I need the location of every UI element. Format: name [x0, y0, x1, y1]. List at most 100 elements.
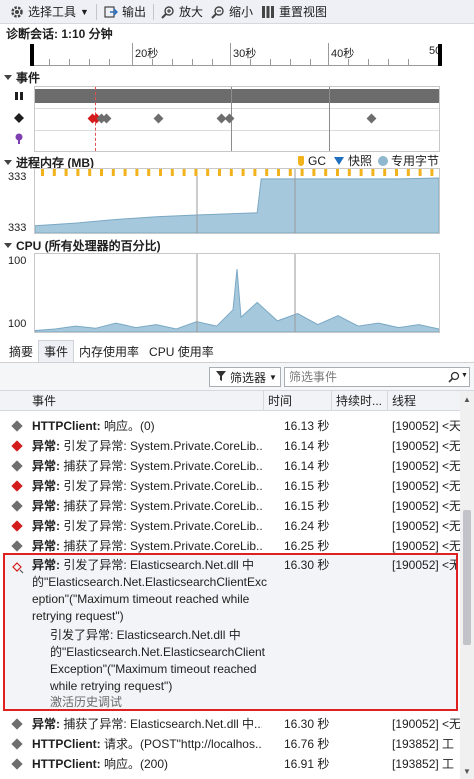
reset-view-button[interactable]: 重置视图: [257, 2, 331, 22]
cpu-chart[interactable]: [34, 253, 440, 333]
memory-legend: GC 快照 专用字节: [298, 152, 439, 169]
gc-marker[interactable]: [359, 169, 363, 176]
events-section-title[interactable]: 事件: [4, 69, 40, 86]
gc-marker[interactable]: [395, 169, 398, 176]
gc-marker[interactable]: [135, 169, 139, 176]
collapse-icon: [4, 243, 12, 248]
gc-marker[interactable]: [194, 169, 198, 176]
time-cell: 16.76 秒: [284, 737, 330, 751]
ruler-tick: [172, 59, 173, 65]
gc-marker[interactable]: [147, 169, 151, 176]
column-header-event[interactable]: 事件: [28, 391, 264, 411]
gc-marker[interactable]: [347, 169, 351, 176]
table-row[interactable]: 异常: 捕获了异常: System.Private.CoreLib... 16.…: [0, 456, 460, 476]
timeline-ruler[interactable]: 20秒 30秒 40秒 50: [34, 43, 441, 66]
table-row[interactable]: 异常: 引发了异常: System.Private.CoreLib... 16.…: [0, 436, 460, 456]
gc-marker[interactable]: [430, 169, 434, 176]
gc-marker[interactable]: [64, 169, 68, 176]
gc-marker[interactable]: [206, 169, 210, 176]
gc-marker[interactable]: [253, 169, 257, 176]
table-row[interactable]: 异常: 捕获了异常: System.Private.CoreLib... 16.…: [0, 496, 460, 516]
memory-chart-svg: [35, 169, 439, 233]
table-row[interactable]: HTTPClient: 请求。(POST"http://localhos... …: [0, 734, 460, 754]
selected-line: retrying request"): [32, 609, 124, 623]
event-marker[interactable]: [153, 113, 164, 124]
gc-marker[interactable]: [159, 169, 162, 176]
gc-marker[interactable]: [265, 169, 269, 176]
event-marker[interactable]: [101, 113, 112, 124]
thread-cell: [193852] 工: [392, 737, 455, 751]
select-tool-button[interactable]: 选择工具 ▼: [6, 2, 93, 22]
gc-marker[interactable]: [277, 169, 280, 176]
export-icon: [104, 5, 118, 19]
gc-marker[interactable]: [88, 169, 92, 176]
gc-marker[interactable]: [52, 169, 56, 176]
gc-marker[interactable]: [288, 169, 292, 176]
export-button[interactable]: 输出: [100, 2, 150, 22]
table-row[interactable]: HTTPClient: 响应。(0) 16.13 秒 [190052] <天: [0, 416, 460, 436]
cpu-section-title[interactable]: CPU (所有处理器的百分比): [4, 237, 161, 254]
activate-historical-debugging-link[interactable]: 激活历史调试: [50, 694, 122, 711]
scrollbar-thumb[interactable]: [463, 510, 471, 645]
column-header-thread[interactable]: 线程: [388, 391, 460, 411]
thread-cell: [190052] <无: [392, 439, 460, 453]
event-marker[interactable]: [224, 113, 235, 124]
table-row[interactable]: 异常: 引发了异常: System.Private.CoreLib... 16.…: [0, 476, 460, 496]
ruler-tick-major: [328, 43, 329, 65]
table-row[interactable]: 异常: 引发了异常: System.Private.CoreLib... 16.…: [0, 516, 460, 536]
event-category: 异常:: [32, 459, 60, 473]
column-header-duration[interactable]: 持续时...: [332, 391, 388, 411]
time-cell: 16.30 秒: [284, 717, 330, 731]
gc-marker[interactable]: [41, 169, 44, 176]
gc-marker[interactable]: [170, 169, 174, 176]
gc-marker[interactable]: [300, 169, 304, 176]
event-marker[interactable]: [366, 113, 377, 124]
gc-marker[interactable]: [241, 169, 245, 176]
column-header-time[interactable]: 时间: [264, 391, 332, 411]
gc-marker[interactable]: [182, 169, 186, 176]
table-row[interactable]: HTTPClient: 响应。(200) 16.91 秒 [193852] 工: [0, 754, 460, 774]
tab-summary[interactable]: 摘要: [4, 341, 38, 362]
detail-line: 的"Elasticsearch.Net.ElasticsearchClient: [50, 645, 266, 659]
filter-button[interactable]: 筛选器 ▼: [209, 367, 281, 387]
gc-marker[interactable]: [100, 169, 103, 176]
event-description: 引发了异常: System.Private.CoreLib...: [60, 519, 262, 533]
memory-chart[interactable]: [34, 168, 440, 234]
detail-line: Exception"("Maximum timeout reached: [50, 662, 257, 676]
ruler-end-handle[interactable]: [438, 44, 442, 66]
gc-marker[interactable]: [312, 169, 316, 176]
toolbar-divider: [152, 3, 154, 20]
table-row[interactable]: 异常: 捕获了异常: Elasticsearch.Net.dll 中... 16…: [0, 714, 460, 734]
gc-marker[interactable]: [324, 169, 328, 176]
zoom-in-button[interactable]: 放大: [157, 2, 207, 22]
scroll-down-icon[interactable]: ▼: [463, 767, 471, 776]
gc-marker[interactable]: [111, 169, 115, 176]
gc-marker[interactable]: [418, 169, 422, 176]
gc-marker[interactable]: [406, 169, 410, 176]
gc-marker[interactable]: [76, 169, 80, 176]
selected-table-row[interactable]: 异常: 引发了异常: Elasticsearch.Net.dll 中 的"Ela…: [3, 553, 458, 711]
thread-cell: [190052] <无: [392, 459, 460, 473]
gc-marker[interactable]: [229, 169, 233, 176]
gc-marker[interactable]: [123, 169, 127, 176]
pause-icon: [14, 90, 24, 104]
gc-marker[interactable]: [336, 169, 339, 176]
scroll-up-icon[interactable]: ▲: [463, 395, 471, 404]
zoom-out-button[interactable]: 缩小: [207, 2, 257, 22]
filter-events-input[interactable]: 筛选事件: [284, 367, 470, 387]
event-cell: 异常: 捕获了异常: System.Private.CoreLib...: [32, 456, 262, 476]
event-diamond-icon: [11, 718, 23, 730]
tab-memory-usage[interactable]: 内存使用率: [74, 341, 144, 362]
event-category: 异常:: [32, 479, 60, 493]
event-category: HTTPClient:: [32, 419, 101, 433]
gc-marker[interactable]: [371, 169, 375, 176]
ruler-tick: [270, 59, 271, 65]
tab-cpu-usage[interactable]: CPU 使用率: [144, 341, 219, 362]
select-tool-label: 选择工具: [28, 5, 77, 19]
gc-marker[interactable]: [218, 169, 221, 176]
events-lanes[interactable]: [34, 86, 440, 152]
gc-marker[interactable]: [383, 169, 387, 176]
tab-events[interactable]: 事件: [38, 340, 75, 362]
ruler-label: 20秒: [135, 48, 159, 60]
gear-icon: [10, 5, 24, 19]
